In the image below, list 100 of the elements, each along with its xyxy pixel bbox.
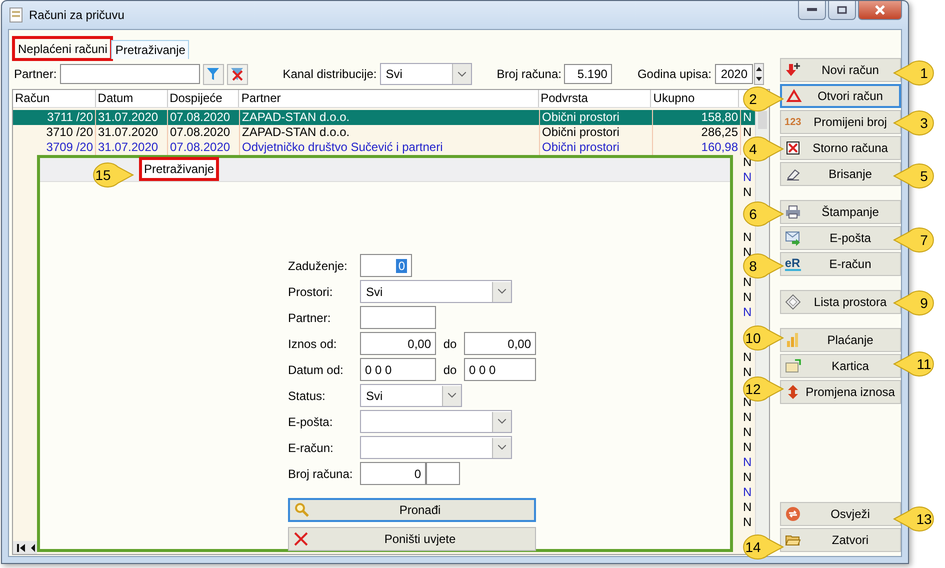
tab[interactable]: Neplaćeni računi [14, 38, 112, 59]
card-icon [784, 358, 801, 374]
table-cell-text: N [742, 230, 753, 245]
action-button[interactable]: eR E-račun [780, 252, 901, 276]
horizontal-scrollbar[interactable] [13, 541, 37, 554]
input-field[interactable]: 0 [360, 254, 412, 277]
selected-row[interactable]: 3711 /20 31.07.2020 07.08.2020 ZAPAD-STAN d.o.o. Obični prostori 158,80 N [13, 110, 755, 125]
table-cell: 3710 /20 [13, 125, 96, 140]
action-button[interactable]: Lista prostora [780, 290, 901, 314]
column-header[interactable]: Podvrsta [538, 90, 652, 107]
column-header[interactable]: Dospijeće [168, 90, 240, 107]
table-cell-text: N [742, 110, 753, 125]
field-label: E-račun: [288, 440, 334, 454]
chevron-down-icon [448, 393, 456, 398]
input-field[interactable]: 0,00 [360, 332, 436, 355]
diamond-icon [784, 294, 801, 310]
table-cell-text: N [742, 365, 753, 380]
field-label: Iznos od: [288, 336, 338, 350]
input-field[interactable]: 0 0 0 [360, 358, 436, 381]
tab[interactable]: Pretraživanje [140, 158, 218, 180]
dropdown[interactable]: Svi [360, 384, 462, 407]
input-field[interactable] [426, 462, 460, 485]
channel-select[interactable]: Svi [380, 63, 472, 85]
action-button[interactable]: Kartica [780, 354, 901, 378]
table-cell-text: N [742, 455, 753, 470]
column-header[interactable]: Partner [239, 90, 539, 107]
field-label: Kanal distribucije: [282, 67, 377, 81]
close-button[interactable] [858, 1, 902, 20]
table-cell-text: N [742, 275, 753, 290]
form-button[interactable]: Pronađi [288, 498, 536, 522]
field-label: Partner: [288, 310, 332, 324]
column-header[interactable]: Ukupno [651, 90, 740, 107]
filter-icon [206, 67, 220, 81]
action-button[interactable]: Otvori račun [780, 84, 901, 108]
table-cell-text: N [742, 290, 753, 305]
maximize-icon [837, 6, 847, 14]
number-field[interactable]: 5.190 [564, 64, 612, 84]
field-label: do [442, 362, 458, 376]
tab[interactable]: Pretraživanje [111, 40, 190, 59]
table-cell: 31.07.2020 [96, 125, 168, 140]
cross-box-icon [784, 140, 801, 156]
table-cell-text: N [742, 470, 753, 485]
field-label: Partner: [14, 67, 57, 81]
table-cell: Obični prostori [540, 125, 653, 140]
action-button[interactable]: Štampanje [780, 200, 901, 224]
document-icon [9, 7, 23, 23]
action-button[interactable]: Promjena iznosa [780, 380, 901, 404]
bar-chart-icon [784, 332, 801, 348]
table-cell: ZAPAD-STAN d.o.o. [240, 125, 540, 140]
printer-icon [784, 204, 801, 220]
column-header[interactable]: Datum [96, 90, 168, 107]
input-field[interactable]: 0 [360, 462, 426, 485]
table-cell: 31.07.2020 [96, 110, 168, 125]
input-field[interactable]: 0,00 [464, 332, 536, 355]
table-cell-text: N [742, 485, 753, 500]
table-cell: ZAPAD-STAN d.o.o. [240, 110, 540, 125]
close-icon [874, 5, 886, 15]
action-button[interactable]: Novi račun [780, 58, 901, 82]
action-button[interactable]: Brisanje [780, 162, 901, 186]
table-cell-text: N [742, 425, 753, 440]
input-field[interactable] [360, 306, 436, 329]
triangle-icon [786, 88, 802, 104]
chevron-down-icon [498, 445, 506, 450]
table-cell-text: N [742, 500, 753, 515]
table-cell: 3711 /20 [13, 110, 96, 125]
first-page-icon[interactable] [15, 542, 27, 552]
year-spinner[interactable]: 2020 [714, 64, 753, 84]
window-title: Računi za pričuvu [29, 8, 124, 22]
action-button[interactable]: Storno računa [780, 136, 901, 160]
column-header[interactable]: Račun [13, 90, 96, 107]
action-button[interactable]: 123 Promijeni broj [780, 110, 901, 134]
search-icon [294, 502, 310, 518]
chevron-down-icon [458, 72, 466, 76]
field-label: Broj računa: [288, 466, 354, 480]
clear-filter-button[interactable] [226, 64, 248, 84]
action-button[interactable]: Plaćanje [780, 328, 901, 352]
minimize-button[interactable] [798, 1, 826, 20]
table-cell-text: N [742, 305, 753, 320]
partner-field[interactable] [60, 64, 200, 84]
field-label: Broj računa: [496, 67, 562, 81]
maximize-button[interactable] [828, 1, 856, 20]
spinner-arrows-icon[interactable] [754, 63, 764, 85]
table-cell-text: N [742, 515, 753, 530]
field-label: Godina upisa: [637, 67, 712, 81]
table-cell-text: N [742, 440, 753, 455]
mail-icon [784, 230, 801, 246]
table-cell: 07.08.2020 [168, 125, 240, 140]
table-cell: 07.08.2020 [168, 110, 240, 125]
input-field[interactable]: 0 0 0 [464, 358, 536, 381]
action-button[interactable]: Zatvori [780, 528, 901, 552]
action-button[interactable]: Osvježi [780, 502, 901, 526]
dropdown[interactable]: Svi [360, 280, 512, 303]
chevron-down-icon [498, 289, 506, 294]
filter-clear-icon [230, 67, 244, 81]
action-button[interactable]: E-pošta [780, 226, 901, 250]
table-cell: Obični prostori [540, 110, 653, 125]
arrow-down-plus-icon [784, 62, 801, 78]
form-button[interactable]: Poništi uvjete [288, 527, 536, 551]
table-cell-text: N [742, 350, 753, 365]
filter-button[interactable] [202, 64, 224, 84]
